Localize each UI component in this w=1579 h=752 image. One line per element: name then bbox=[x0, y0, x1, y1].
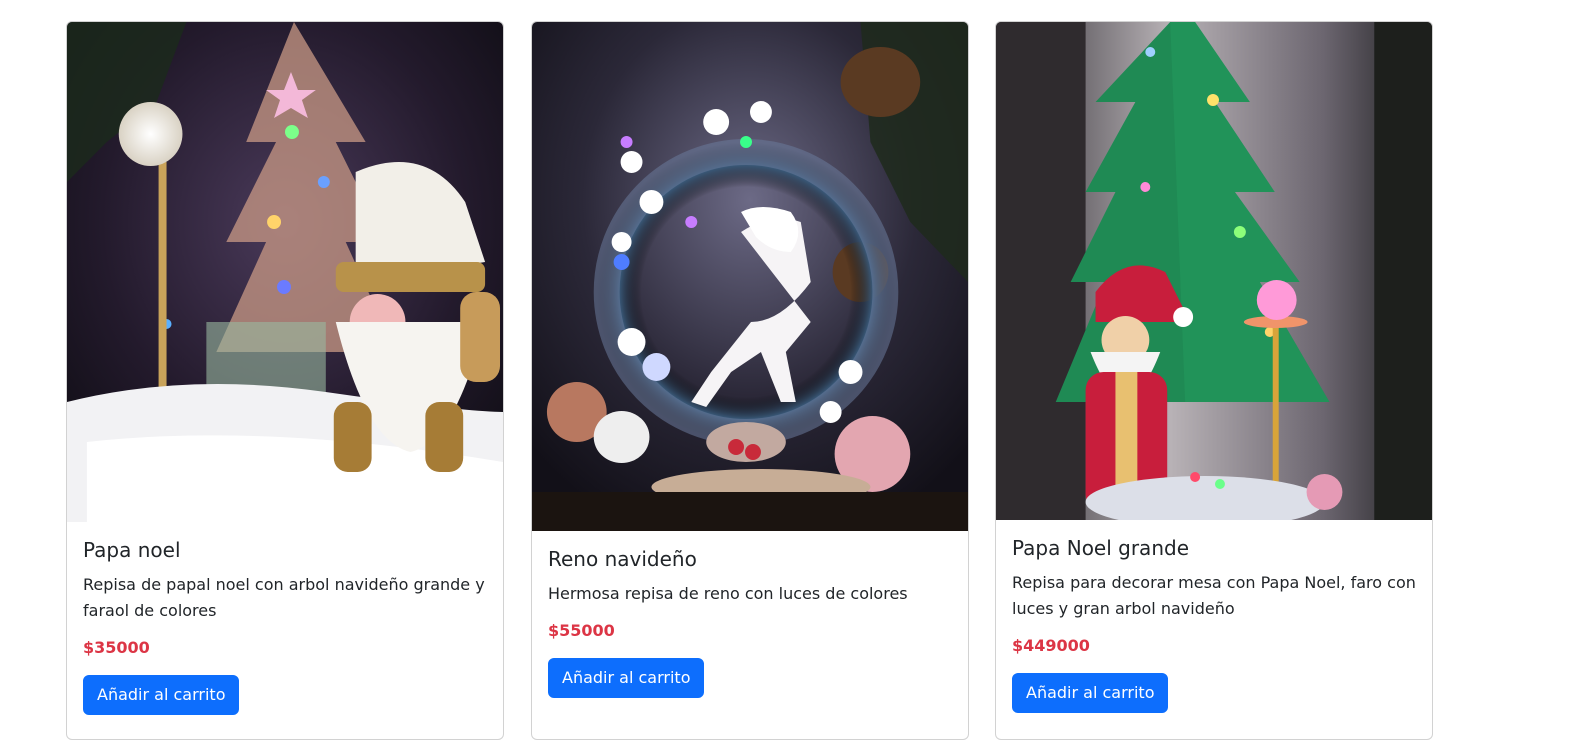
add-to-cart-button[interactable]: Añadir al carrito bbox=[548, 658, 705, 698]
product-price: $449000 bbox=[1012, 636, 1090, 655]
product-title: Reno navideño bbox=[548, 547, 697, 571]
add-to-cart-button[interactable]: Añadir al carrito bbox=[83, 675, 240, 715]
product-price: $55000 bbox=[548, 621, 615, 640]
product-description: Repisa para decorar mesa con Papa Noel, … bbox=[1012, 573, 1416, 618]
gnome-scene-image bbox=[67, 22, 503, 522]
product-card-reno-navideno: Reno navideño Hermosa repisa de reno con… bbox=[531, 21, 969, 740]
add-to-cart-button[interactable]: Añadir al carrito bbox=[1012, 673, 1169, 713]
product-image bbox=[67, 22, 503, 522]
product-price: $35000 bbox=[83, 638, 150, 657]
product-image bbox=[996, 22, 1432, 520]
product-card-papa-noel-grande: Papa Noel grande Repisa para decorar mes… bbox=[995, 21, 1433, 740]
product-card-papa-noel: Papa noel Repisa de papal noel con arbol… bbox=[66, 21, 504, 740]
product-image bbox=[532, 22, 968, 531]
product-description: Repisa de papal noel con arbol navideño … bbox=[83, 575, 485, 620]
product-title: Papa Noel grande bbox=[1012, 536, 1189, 560]
product-description: Hermosa repisa de reno con luces de colo… bbox=[548, 584, 908, 603]
reindeer-scene-image bbox=[532, 22, 968, 531]
santa-tree-scene-image bbox=[996, 22, 1432, 520]
product-title: Papa noel bbox=[83, 538, 181, 562]
